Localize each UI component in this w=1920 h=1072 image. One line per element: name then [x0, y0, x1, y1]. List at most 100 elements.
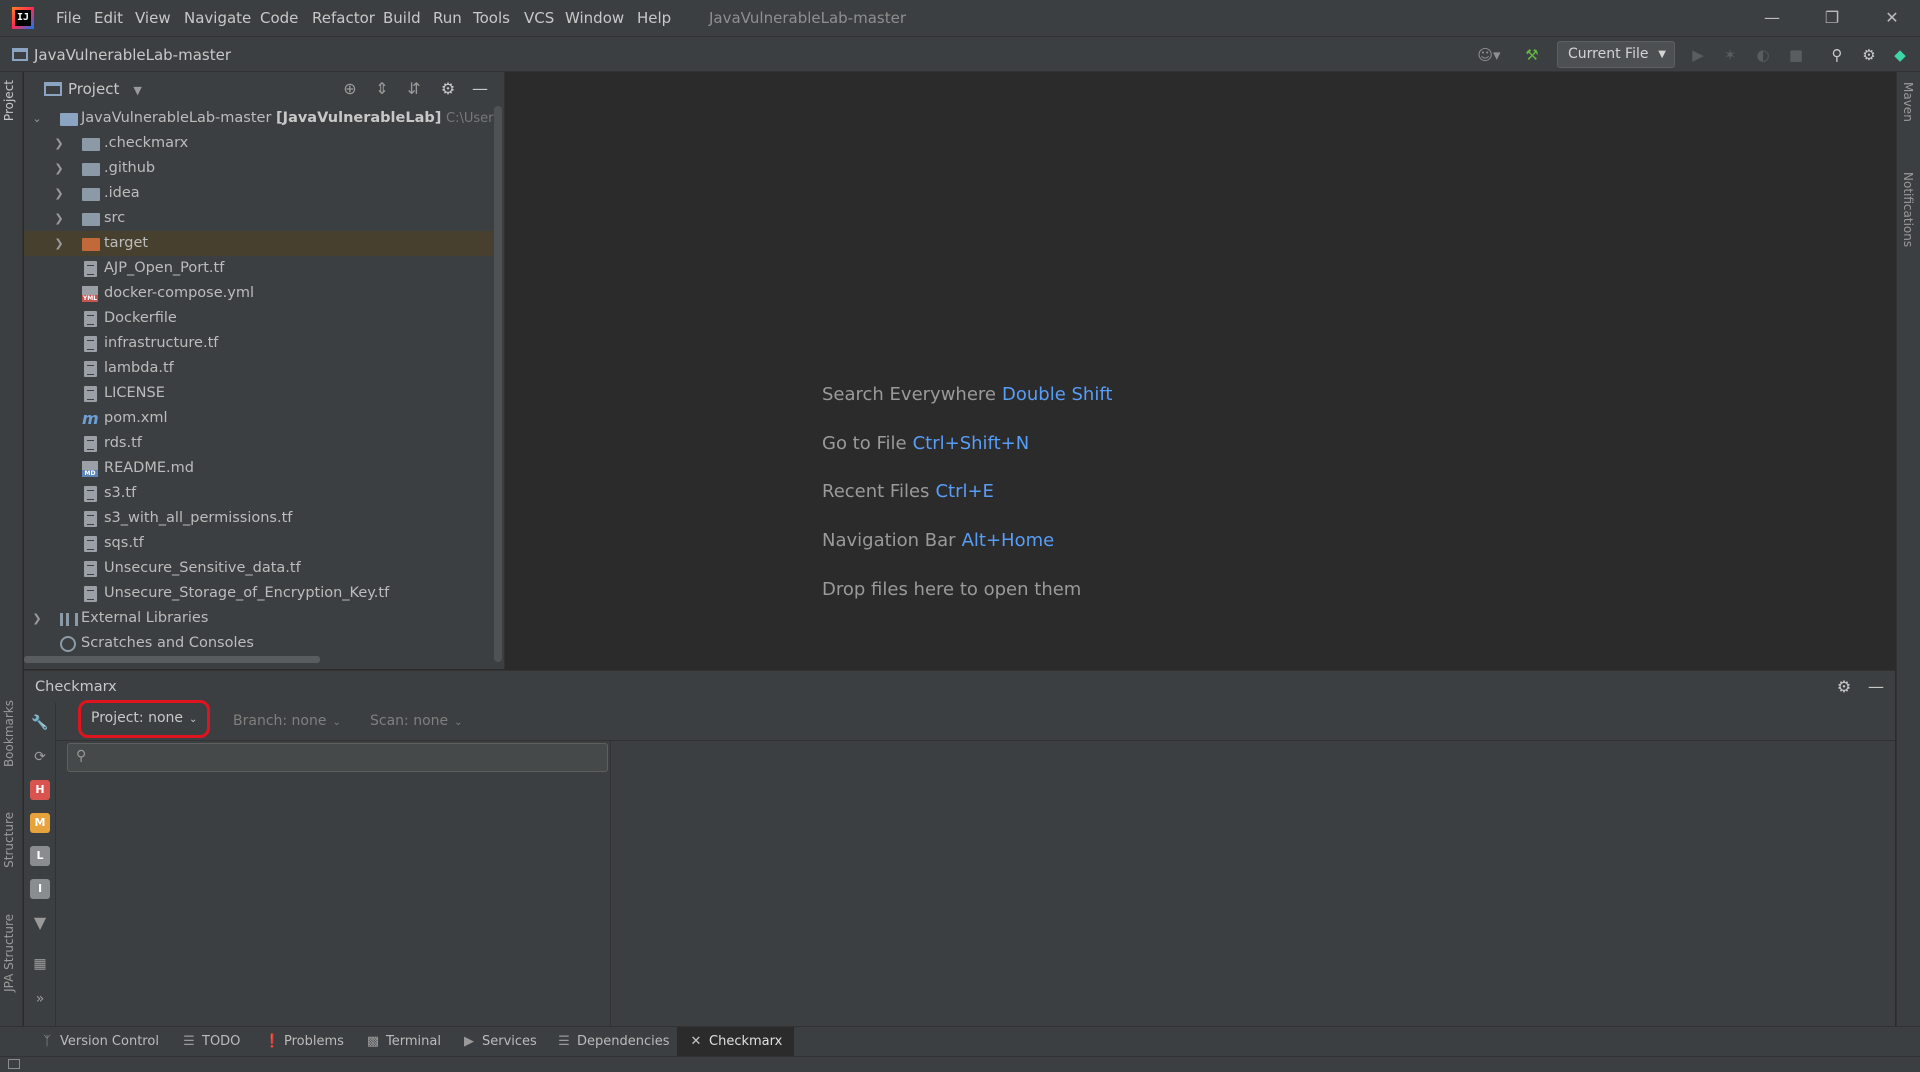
chevron-right-icon[interactable]: ❯	[52, 206, 66, 231]
stripe-tab-project[interactable]: Project	[2, 80, 16, 121]
problems-icon: ❗	[264, 1034, 281, 1049]
project-select[interactable]: Project: none ⌄	[78, 700, 211, 738]
search-icon[interactable]: ⚲	[1827, 45, 1847, 65]
menu-refactor[interactable]: Refactor	[312, 0, 375, 36]
terraform-file-icon	[84, 586, 97, 602]
tab-dependencies[interactable]: ☰ Dependencies	[557, 1027, 669, 1057]
project-view-selector[interactable]: Project ▼	[68, 72, 142, 108]
file-label: Unsecure_Storage_of_Encryption_Key.tf	[104, 585, 390, 601]
tab-todo[interactable]: ☰ TODO	[182, 1027, 240, 1057]
build-hammer-icon[interactable]: ⚒	[1522, 45, 1542, 65]
menu-code[interactable]: Code	[260, 0, 298, 36]
restore-icon[interactable]: ❐	[1804, 0, 1860, 36]
more-icon[interactable]: »	[30, 989, 50, 1009]
menu-build[interactable]: Build	[383, 0, 421, 36]
group-by-icon[interactable]: ▦	[30, 954, 50, 974]
close-icon[interactable]: ✕	[1864, 0, 1920, 36]
tree-file[interactable]: s3_with_all_permissions.tf	[24, 506, 494, 531]
high-severity-filter-icon[interactable]: H	[30, 780, 50, 800]
chevron-right-icon[interactable]: ❯	[30, 606, 44, 631]
stripe-tab-notifications[interactable]: Notifications	[1901, 172, 1915, 247]
tab-version-control[interactable]: ᛉ Version Control	[40, 1027, 159, 1057]
tree-scratches[interactable]: Scratches and Consoles	[24, 631, 494, 656]
tree-folder-selected[interactable]: ❯ target	[24, 231, 494, 256]
horizontal-scrollbar[interactable]	[24, 656, 320, 663]
stripe-tab-structure[interactable]: Structure	[2, 812, 16, 868]
tree-root-project[interactable]: ⌄ JavaVulnerableLab-master [JavaVulnerab…	[24, 106, 494, 131]
menu-edit[interactable]: Edit	[94, 0, 123, 36]
breadcrumb-project[interactable]: JavaVulnerableLab-master	[34, 37, 231, 73]
tab-terminal[interactable]: ▩ Terminal	[366, 1027, 441, 1057]
chevron-right-icon[interactable]: ❯	[52, 231, 66, 256]
left-tool-stripe: Project Bookmarks Structure JPA Structur…	[0, 72, 23, 1027]
tree-file[interactable]: YML docker-compose.yml	[24, 281, 494, 306]
info-severity-filter-icon[interactable]: I	[30, 879, 50, 899]
excluded-folder-icon	[82, 238, 100, 251]
locate-file-icon[interactable]: ⊕	[340, 79, 360, 99]
low-severity-filter-icon[interactable]: L	[30, 846, 50, 866]
stripe-tab-bookmarks[interactable]: Bookmarks	[2, 700, 16, 767]
tree-file[interactable]: s3.tf	[24, 481, 494, 506]
menu-view[interactable]: View	[135, 0, 171, 36]
filter-icon[interactable]: ▼	[30, 913, 50, 933]
stop-icon[interactable]: ■	[1786, 45, 1806, 65]
chevron-right-icon[interactable]: ❯	[52, 156, 66, 181]
hide-panel-icon[interactable]: —	[470, 79, 490, 99]
tree-file[interactable]: rds.tf	[24, 431, 494, 456]
tree-external-libraries[interactable]: ❯ External Libraries	[24, 606, 494, 631]
settings-gear-icon[interactable]: ⚙	[1859, 45, 1879, 65]
tree-file[interactable]: lambda.tf	[24, 356, 494, 381]
tree-file[interactable]: m pom.xml	[24, 406, 494, 431]
tree-folder[interactable]: ❯ .github	[24, 156, 494, 181]
minimize-icon[interactable]: —	[1744, 0, 1800, 36]
toggle-tool-windows-icon[interactable]	[8, 1059, 20, 1069]
search-field[interactable]	[94, 747, 599, 768]
run-configuration-select[interactable]: Current File ▼	[1557, 41, 1675, 68]
file-label: s3.tf	[104, 485, 137, 501]
jetbrains-toolbox-icon[interactable]: ◆	[1890, 45, 1910, 65]
menu-tools[interactable]: Tools	[473, 0, 510, 36]
menu-run[interactable]: Run	[433, 0, 462, 36]
menu-file[interactable]: File	[56, 0, 81, 36]
chevron-right-icon[interactable]: ❯	[52, 131, 66, 156]
results-search-input[interactable]: ⚲	[67, 743, 608, 772]
debug-icon[interactable]: ✶	[1720, 45, 1740, 65]
collapse-all-icon[interactable]: ⇵	[404, 79, 424, 99]
tree-file[interactable]: LICENSE	[24, 381, 494, 406]
hide-checkmarx-panel-icon[interactable]: —	[1866, 677, 1886, 697]
stripe-tab-jpa-structure[interactable]: JPA Structure	[2, 914, 16, 992]
tab-checkmarx[interactable]: ✕ Checkmarx	[677, 1027, 795, 1057]
vertical-scrollbar[interactable]	[494, 106, 502, 662]
chevron-down-icon[interactable]: ⌄	[30, 106, 44, 131]
stripe-tab-maven[interactable]: Maven	[1901, 82, 1915, 122]
scan-select[interactable]: Scan: none ⌄	[370, 703, 463, 739]
refresh-icon[interactable]: ⟳	[30, 747, 50, 767]
menu-window[interactable]: Window	[565, 0, 624, 36]
menu-vcs[interactable]: VCS	[524, 0, 554, 36]
tab-problems[interactable]: ❗ Problems	[264, 1027, 344, 1057]
tree-file[interactable]: Unsecure_Storage_of_Encryption_Key.tf	[24, 581, 494, 606]
tree-file[interactable]: AJP_Open_Port.tf	[24, 256, 494, 281]
tree-folder[interactable]: ❯ .checkmarx	[24, 131, 494, 156]
tree-folder[interactable]: ❯ src	[24, 206, 494, 231]
expand-all-icon[interactable]: ⇕	[372, 79, 392, 99]
tree-file[interactable]: infrastructure.tf	[24, 331, 494, 356]
tree-file[interactable]: sqs.tf	[24, 531, 494, 556]
coverage-icon[interactable]: ◐	[1753, 45, 1773, 65]
wrench-settings-icon[interactable]: 🔧	[30, 713, 50, 733]
checkmarx-icon: ✕	[690, 1034, 702, 1049]
tree-file[interactable]: Dockerfile	[24, 306, 494, 331]
panel-settings-gear-icon[interactable]: ⚙	[438, 79, 458, 99]
tree-folder[interactable]: ❯ .idea	[24, 181, 494, 206]
run-icon[interactable]: ▶	[1688, 45, 1708, 65]
branch-select[interactable]: Branch: none ⌄	[233, 703, 341, 739]
tab-services[interactable]: ▶ Services	[462, 1027, 537, 1057]
medium-severity-filter-icon[interactable]: M	[30, 813, 50, 833]
tree-file[interactable]: MD README.md	[24, 456, 494, 481]
menu-help[interactable]: Help	[637, 0, 671, 36]
chevron-right-icon[interactable]: ❯	[52, 181, 66, 206]
user-account-icon[interactable]: ☺▾	[1472, 45, 1506, 65]
tree-file[interactable]: Unsecure_Sensitive_data.tf	[24, 556, 494, 581]
checkmarx-settings-gear-icon[interactable]: ⚙	[1834, 677, 1854, 697]
menu-navigate[interactable]: Navigate	[184, 0, 251, 36]
